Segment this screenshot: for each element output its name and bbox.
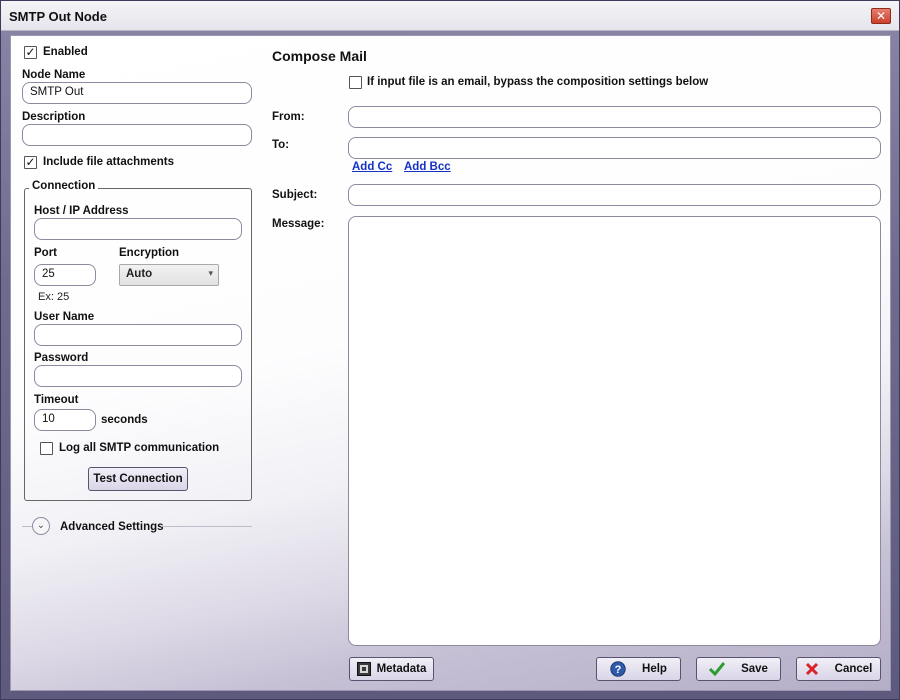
- help-label: Help: [642, 663, 667, 675]
- help-button[interactable]: ? Help: [596, 657, 681, 681]
- advanced-divider-left: [22, 526, 32, 527]
- cancel-button[interactable]: Cancel: [796, 657, 881, 681]
- password-label: Password: [34, 352, 89, 364]
- node-name-label: Node Name: [22, 69, 86, 81]
- username-field[interactable]: [34, 324, 242, 346]
- dialog-body: ✓ Enabled Node Name SMTP Out Description…: [10, 35, 891, 691]
- bypass-label: If input file is an email, bypass the co…: [367, 76, 709, 88]
- test-connection-button[interactable]: Test Connection: [88, 467, 188, 491]
- timeout-label: Timeout: [34, 394, 79, 406]
- from-field[interactable]: [348, 106, 881, 128]
- enabled-checkbox[interactable]: ✓: [24, 46, 37, 59]
- encryption-label: Encryption: [119, 247, 180, 259]
- include-attachments-label: Include file attachments: [43, 156, 175, 168]
- chevron-down-icon: ▾: [208, 268, 213, 278]
- to-field[interactable]: [348, 137, 881, 159]
- metadata-icon: [356, 662, 371, 676]
- svg-text:?: ?: [615, 664, 622, 676]
- node-name-field[interactable]: SMTP Out: [22, 82, 252, 104]
- log-smtp-label: Log all SMTP communication: [59, 442, 220, 454]
- from-label: From:: [272, 111, 305, 123]
- host-field[interactable]: [34, 218, 242, 240]
- log-smtp-checkbox[interactable]: [40, 442, 53, 455]
- to-label: To:: [272, 139, 290, 151]
- description-label: Description: [22, 111, 86, 123]
- add-bcc-link[interactable]: Add Bcc: [404, 161, 451, 173]
- close-button[interactable]: ✕: [871, 8, 891, 24]
- timeout-field[interactable]: 10: [34, 409, 96, 431]
- close-icon: ✕: [875, 9, 887, 23]
- timeout-unit: seconds: [101, 414, 148, 426]
- subject-field[interactable]: [348, 184, 881, 206]
- add-cc-link[interactable]: Add Cc: [352, 161, 392, 173]
- connection-legend: Connection: [29, 180, 99, 192]
- cancel-label: Cancel: [834, 663, 873, 675]
- save-check-icon: [709, 662, 726, 676]
- subject-label: Subject:: [272, 189, 318, 201]
- message-label: Message:: [272, 218, 325, 230]
- encryption-value: Auto: [126, 268, 153, 280]
- cancel-x-icon: [805, 662, 819, 676]
- smtp-out-node-dialog: SMTP Out Node ✕ ✓ Enabled Node Name SMTP…: [0, 0, 900, 700]
- password-field[interactable]: [34, 365, 242, 387]
- compose-mail-heading: Compose Mail: [272, 48, 367, 64]
- description-field[interactable]: [22, 124, 252, 146]
- help-icon: ?: [610, 661, 626, 677]
- title-bar: SMTP Out Node ✕: [1, 1, 899, 31]
- save-label: Save: [741, 663, 768, 675]
- port-label: Port: [34, 247, 57, 259]
- advanced-divider-right: [161, 526, 252, 527]
- window-title: SMTP Out Node: [9, 9, 107, 24]
- bypass-checkbox[interactable]: [349, 76, 362, 89]
- message-textarea[interactable]: [348, 216, 881, 646]
- checkmark-icon: ✓: [25, 45, 36, 59]
- port-field[interactable]: 25: [34, 264, 96, 286]
- host-label: Host / IP Address: [34, 205, 129, 217]
- save-button[interactable]: Save: [696, 657, 781, 681]
- expand-chevron-icon[interactable]: ⌄: [32, 517, 50, 535]
- enabled-label: Enabled: [43, 46, 88, 58]
- checkmark-icon: ✓: [25, 155, 36, 169]
- include-attachments-checkbox[interactable]: ✓: [24, 156, 37, 169]
- advanced-settings-label[interactable]: Advanced Settings: [60, 521, 164, 533]
- username-label: User Name: [34, 311, 95, 323]
- test-connection-label: Test Connection: [93, 473, 183, 485]
- port-hint: Ex: 25: [38, 291, 70, 303]
- encryption-select[interactable]: Auto ▾: [119, 264, 219, 286]
- metadata-label: Metadata: [376, 663, 427, 675]
- metadata-button[interactable]: Metadata: [349, 657, 434, 681]
